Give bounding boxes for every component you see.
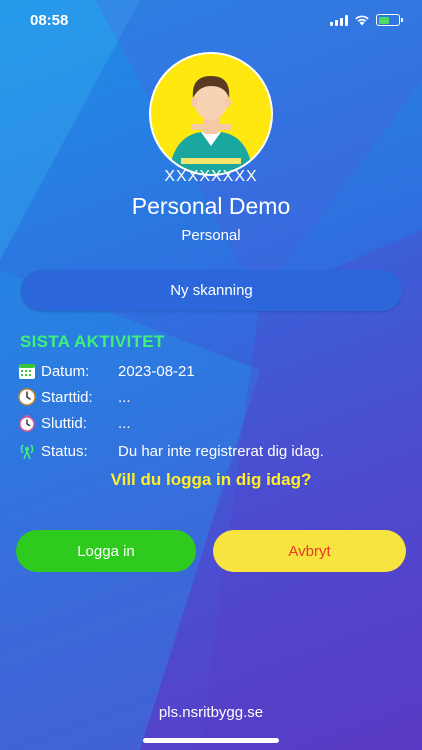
status-value: Du har inte registrerat dig idag. bbox=[118, 442, 324, 460]
stopwatch-icon bbox=[17, 413, 37, 433]
status-label: Status: bbox=[41, 442, 88, 460]
clock-icon bbox=[17, 387, 37, 407]
cellular-signal-icon bbox=[330, 14, 348, 26]
user-role: Personal bbox=[181, 227, 241, 244]
date-value: 2023-08-21 bbox=[118, 362, 195, 380]
footer-website-link[interactable]: pls.nsritbygg.se bbox=[0, 704, 422, 721]
wifi-icon bbox=[355, 15, 369, 26]
end-time-label: Sluttid: bbox=[41, 414, 87, 432]
antenna-icon bbox=[17, 441, 37, 461]
status-bar: 08:58 bbox=[0, 0, 422, 40]
cancel-button[interactable]: Avbryt bbox=[213, 530, 406, 572]
start-time-value: ... bbox=[118, 388, 131, 406]
login-question: Vill du logga in dig idag? bbox=[110, 470, 312, 489]
activity-row-end-time: Sluttid: ... bbox=[17, 413, 131, 433]
activity-row-date: Datum: 2023-08-21 bbox=[17, 361, 195, 381]
date-label: Datum: bbox=[41, 362, 90, 380]
profile-avatar bbox=[149, 52, 273, 176]
calendar-icon bbox=[17, 361, 37, 381]
display-name: Personal Demo bbox=[131, 193, 291, 219]
start-time-label: Starttid: bbox=[41, 388, 93, 406]
activity-row-status: Status: Du har inte registrerat dig idag… bbox=[17, 441, 324, 461]
login-button[interactable]: Logga in bbox=[16, 530, 196, 572]
username: XXXXXXXX bbox=[164, 168, 258, 185]
end-time-value: ... bbox=[118, 414, 131, 432]
status-time: 08:58 bbox=[30, 11, 69, 29]
status-icons bbox=[330, 14, 403, 26]
activity-row-start-time: Starttid: ... bbox=[17, 387, 131, 407]
new-scan-button[interactable]: Ny skanning bbox=[21, 270, 402, 311]
home-indicator[interactable] bbox=[143, 738, 279, 743]
person-avatar-icon bbox=[169, 76, 253, 174]
battery-icon bbox=[376, 14, 403, 26]
last-activity-title: SISTA AKTIVITET bbox=[20, 332, 165, 351]
